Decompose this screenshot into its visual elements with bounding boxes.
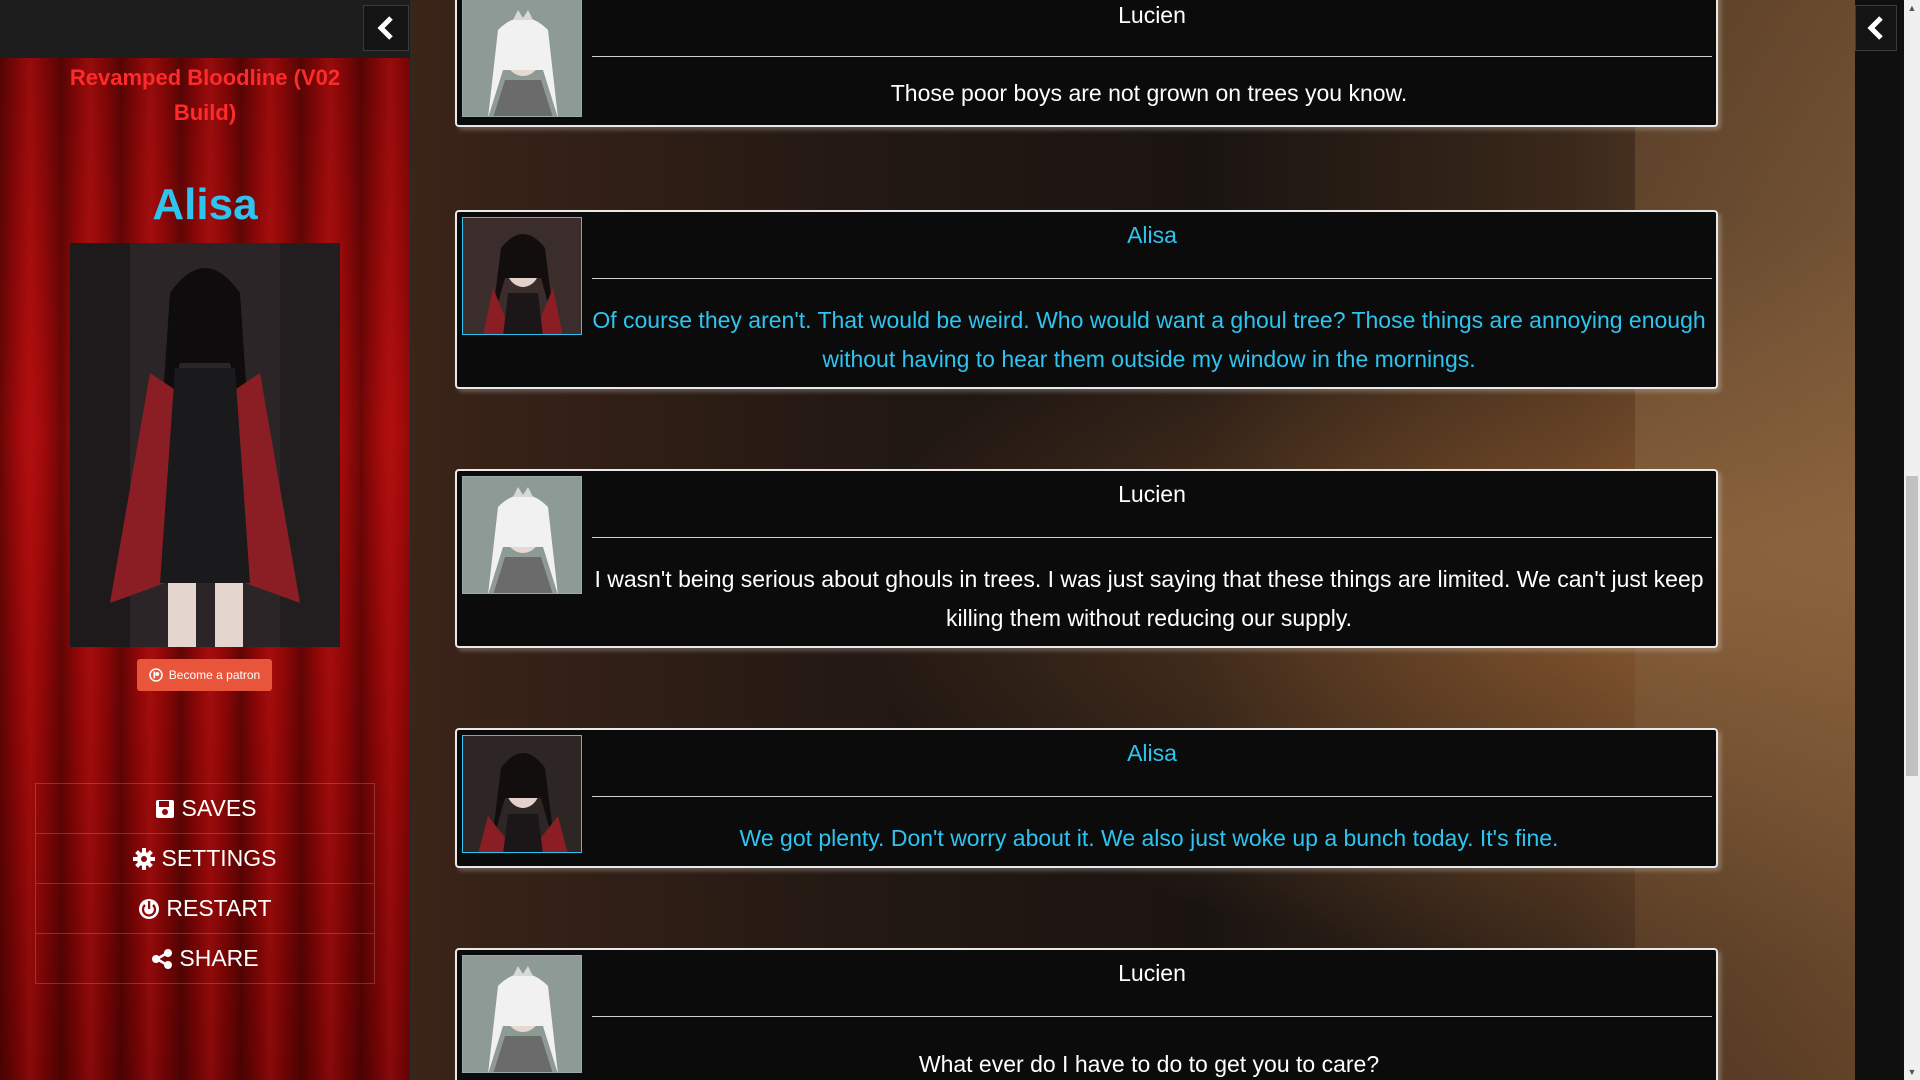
dialogue-text: We got plenty. Don't worry about it. We … (739, 825, 1559, 851)
sidebar-header (0, 0, 410, 58)
scroll-up-arrow[interactable]: ▲ (1906, 2, 1918, 14)
speaker-name: Alisa (1127, 222, 1177, 248)
settings-button[interactable]: SETTINGS (36, 834, 374, 884)
expand-right-sidebar-button[interactable] (1855, 5, 1897, 51)
scroll-down-arrow[interactable]: ▼ (1906, 1066, 1918, 1078)
character-name: Alisa (152, 180, 258, 229)
speaker-name: Alisa (1127, 740, 1177, 766)
speaker-name: Lucien (1118, 2, 1186, 28)
dialogue-box: Lucien I wasn't being serious about ghou… (455, 469, 1718, 648)
divider (592, 56, 1712, 57)
dialogue-text: What ever do I have to do to get you to … (918, 1051, 1380, 1077)
lucien-avatar (462, 955, 582, 1073)
alisa-avatar (462, 217, 582, 335)
settings-label: SETTINGS (161, 845, 277, 871)
dialogue-box: Lucien Those poor boys are not grown on … (455, 0, 1718, 127)
story-title: Revamped Bloodline (V02 Build) (69, 65, 341, 125)
share-button[interactable]: SHARE (36, 934, 374, 983)
sidebar: Revamped Bloodline (V02 Build) Alisa Bec… (0, 0, 411, 1080)
dialogue-box: Alisa Of course they aren't. That would … (455, 210, 1718, 389)
lucien-avatar (462, 476, 582, 594)
chevron-left-icon (1867, 16, 1883, 40)
collapse-sidebar-button[interactable] (363, 5, 409, 51)
lucien-avatar (462, 0, 582, 117)
divider (592, 1016, 1712, 1017)
divider (592, 796, 1712, 797)
speaker-name: Lucien (1118, 481, 1186, 507)
restart-label: RESTART (166, 895, 272, 921)
dialogue-box: Lucien What ever do I have to do to get … (455, 948, 1718, 1080)
dialogue-text: Those poor boys are not grown on trees y… (890, 80, 1408, 106)
dialogue-text: Of course they aren't. That would be wei… (592, 307, 1706, 372)
patreon-icon (149, 668, 163, 682)
sidebar-menu: SAVES SETTINGS RESTART SHARE (35, 783, 375, 984)
alisa-avatar (462, 735, 582, 853)
saves-label: SAVES (181, 795, 257, 821)
chevron-left-icon (377, 16, 393, 40)
story-area: Lucien Those poor boys are not grown on … (411, 0, 1855, 1080)
save-icon (155, 799, 174, 818)
divider (592, 278, 1712, 279)
divider (592, 537, 1712, 538)
power-icon (139, 898, 160, 919)
scrollbar-thumb[interactable] (1906, 476, 1918, 776)
dialogue-text: I wasn't being serious about ghouls in t… (594, 566, 1704, 631)
share-label: SHARE (179, 945, 259, 971)
saves-button[interactable]: SAVES (36, 784, 374, 834)
speaker-name: Lucien (1118, 960, 1186, 986)
dialogue-box: Alisa We got plenty. Don't worry about i… (455, 728, 1718, 868)
patron-button-label: Become a patron (168, 668, 261, 682)
gear-icon (133, 847, 156, 870)
character-portrait (70, 243, 340, 647)
become-patron-button[interactable]: Become a patron (137, 659, 272, 691)
share-icon (152, 948, 173, 969)
restart-button[interactable]: RESTART (36, 884, 374, 934)
